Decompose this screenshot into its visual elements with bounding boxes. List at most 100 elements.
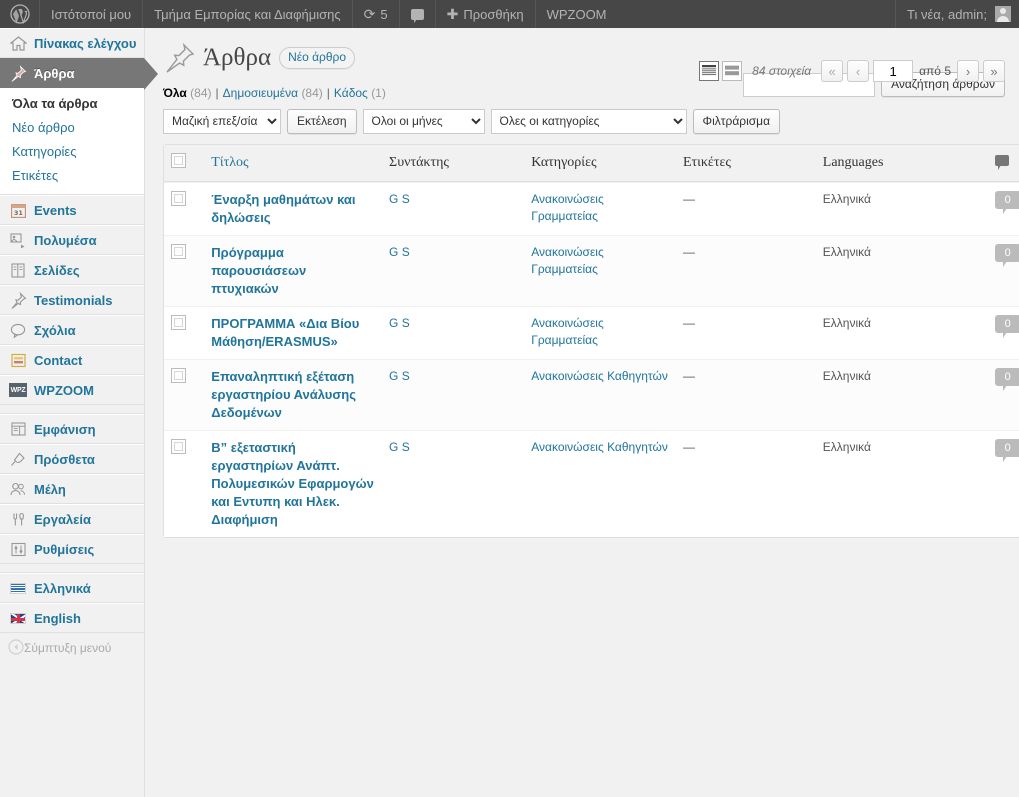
months-filter-select[interactable]: Όλοι οι μήνες [362, 108, 485, 134]
sidebar-item-settings[interactable]: Ρυθμίσεις [0, 534, 144, 564]
row-categories-cell: Ανακοινώσεις Γραμματείας [524, 182, 676, 235]
post-title-link[interactable]: Έναρξη μαθημάτων και δηλώσεις [211, 191, 375, 227]
pages-icon [8, 261, 28, 279]
sidebar-item-events[interactable]: 31 Events [0, 195, 144, 225]
excerpt-view-icon[interactable] [722, 61, 743, 81]
plugin-icon [8, 450, 28, 468]
sidebar-item-plugins[interactable]: Πρόσθετα [0, 444, 144, 474]
row-checkbox[interactable] [171, 315, 186, 330]
sidebar-item-comments[interactable]: Σχόλια [0, 315, 144, 345]
sidebar-item-new-post[interactable]: Νέο άρθρο [0, 116, 144, 140]
collapse-menu-button[interactable]: Σύμπτυξη μενού [0, 633, 144, 663]
menu-separator-2 [0, 564, 144, 573]
post-author-link[interactable]: G S [389, 315, 517, 332]
post-author-link[interactable]: G S [389, 244, 517, 261]
filter-button[interactable]: Φιλτράρισμα [692, 108, 781, 134]
last-page-button[interactable]: » [983, 60, 1005, 82]
admin-bar-site-name[interactable]: Τμήμα Εμπορίας και Διαφήμισης [143, 0, 353, 28]
row-checkbox[interactable] [171, 244, 186, 259]
wordpress-logo-icon[interactable] [0, 0, 40, 28]
sidebar-item-users[interactable]: Μέλη [0, 474, 144, 504]
admin-bar-wpzoom-label: WPZOOM [546, 6, 607, 22]
settings-icon [8, 540, 28, 558]
post-author-link[interactable]: G S [389, 439, 517, 456]
post-author-link[interactable]: G S [389, 191, 517, 208]
table-row: Έναρξη μαθημάτων και δηλώσεις G S Ανακοι… [164, 182, 1019, 235]
post-title-link[interactable]: Β” εξεταστική εργαστηρίων Ανάπτ. Πολυμεσ… [211, 439, 375, 529]
sidebar-item-dashboard[interactable]: Πίνακας ελέγχου [0, 28, 144, 58]
categories-filter-select[interactable]: Όλες οι κατηγορίες [490, 108, 687, 134]
filter-trash-link[interactable]: Κάδος [334, 86, 368, 100]
displaying-num: 84 στοιχεία [752, 64, 812, 78]
sidebar-item-lang-greek[interactable]: Ελληνικά [0, 573, 144, 603]
sidebar-item-pages[interactable]: Σελίδες [0, 255, 144, 285]
select-all-header [164, 145, 205, 182]
post-title-link[interactable]: Επαναληπτική εξέταση εργαστηρίου Ανάλυση… [211, 368, 375, 422]
row-tags-cell: — [675, 306, 816, 359]
bulk-action-select[interactable]: Μαζική επεξ/σία [163, 108, 281, 134]
post-category-link[interactable]: Ανακοινώσεις Γραμματείας [531, 244, 669, 278]
current-page-input[interactable] [873, 60, 914, 82]
filter-trash[interactable]: Κάδος (1) [334, 86, 386, 100]
sidebar-item-appearance[interactable]: Εμφάνιση [0, 414, 144, 444]
row-title-cell: Έναρξη μαθημάτων και δηλώσεις [204, 182, 383, 235]
sidebar-item-all-posts[interactable]: Όλα τα άρθρα [0, 92, 144, 116]
post-category-link[interactable]: Ανακοινώσεις Καθηγητών [531, 439, 669, 456]
row-checkbox[interactable] [171, 439, 186, 454]
sidebar-item-contact[interactable]: Contact [0, 345, 144, 375]
post-category-link[interactable]: Ανακοινώσεις Γραμματείας [531, 191, 669, 225]
page-title: Άρθρα [203, 44, 272, 71]
admin-bar-new-content[interactable]: ✚ Προσθήκη [436, 0, 536, 28]
admin-bar-account[interactable]: Τι νέα, admin; [894, 0, 1019, 28]
list-view-icon[interactable] [699, 61, 720, 81]
prev-page-button[interactable]: ‹ [847, 60, 870, 82]
row-comments-cell: 0 [987, 306, 1019, 359]
comment-count-bubble[interactable]: 0 [994, 439, 1019, 462]
admin-bar-wpzoom[interactable]: WPZOOM [536, 0, 618, 28]
sidebar-item-wpzoom[interactable]: WPZ WPZOOM [0, 375, 144, 405]
post-category-link[interactable]: Ανακοινώσεις Καθηγητών [531, 368, 669, 385]
apply-bulk-action-button[interactable]: Εκτέλεση [287, 108, 357, 134]
appearance-icon [8, 420, 28, 438]
first-page-button[interactable]: « [821, 60, 844, 82]
comment-count-bubble[interactable]: 0 [994, 191, 1019, 214]
sidebar-item-lang-english[interactable]: English [0, 603, 144, 633]
comment-count-bubble[interactable]: 0 [994, 368, 1019, 391]
post-title-link[interactable]: ΠΡΟΓΡΑΜΜΑ «Δια Βίου Μάθηση/ERASMUS» [211, 315, 375, 351]
sidebar-item-media-label: Πολυμέσα [34, 232, 97, 248]
post-title-link[interactable]: Πρόγραμμα παρουσιάσεων πτυχιακών [211, 244, 375, 298]
sidebar-item-categories[interactable]: Κατηγορίες [0, 140, 144, 164]
sidebar-item-media[interactable]: Πολυμέσα [0, 225, 144, 255]
filter-all[interactable]: Όλα (84) [163, 86, 212, 100]
sidebar-item-tools[interactable]: Εργαλεία [0, 504, 144, 534]
row-checkbox[interactable] [171, 368, 186, 383]
sidebar-item-testimonials[interactable]: Testimonials [0, 285, 144, 315]
post-category-link[interactable]: Ανακοινώσεις Γραμματείας [531, 315, 669, 349]
filter-published-link[interactable]: Δημοσιευμένα [223, 86, 298, 100]
users-icon [8, 480, 28, 498]
pin-icon [163, 41, 197, 75]
svg-text:31: 31 [13, 209, 23, 217]
row-author-cell: G S [382, 306, 525, 359]
sidebar-item-posts[interactable]: Άρθρα [0, 58, 158, 90]
comment-icon [994, 155, 1009, 170]
add-new-post-button[interactable]: Νέο άρθρο [279, 47, 356, 69]
comment-count-bubble[interactable]: 0 [994, 315, 1019, 338]
row-author-cell: G S [382, 182, 525, 235]
row-checkbox[interactable] [171, 191, 186, 206]
next-page-button[interactable]: › [957, 60, 979, 82]
filter-published[interactable]: Δημοσιευμένα (84) [223, 86, 323, 100]
admin-sidebar: Πίνακας ελέγχου Άρθρα Όλα τα άρθρα Νέο ά… [0, 28, 158, 797]
admin-bar-updates[interactable]: ⟳ 5 [353, 0, 400, 28]
admin-bar-my-sites[interactable]: Ιστότοποί μου [40, 0, 144, 28]
post-author-link[interactable]: G S [389, 368, 517, 385]
title-column-header[interactable]: Τίτλος [204, 145, 383, 182]
comment-count-bubble[interactable]: 0 [994, 244, 1019, 267]
filter-all-link[interactable]: Όλα [163, 86, 187, 100]
select-all-checkbox[interactable] [171, 153, 186, 168]
admin-bar-comments[interactable] [400, 0, 436, 28]
row-language-cell: Ελληνικά [815, 430, 988, 537]
sidebar-item-tags[interactable]: Ετικέτες [0, 164, 144, 188]
comments-column-header[interactable] [987, 145, 1019, 182]
sidebar-item-events-label: Events [34, 202, 77, 218]
